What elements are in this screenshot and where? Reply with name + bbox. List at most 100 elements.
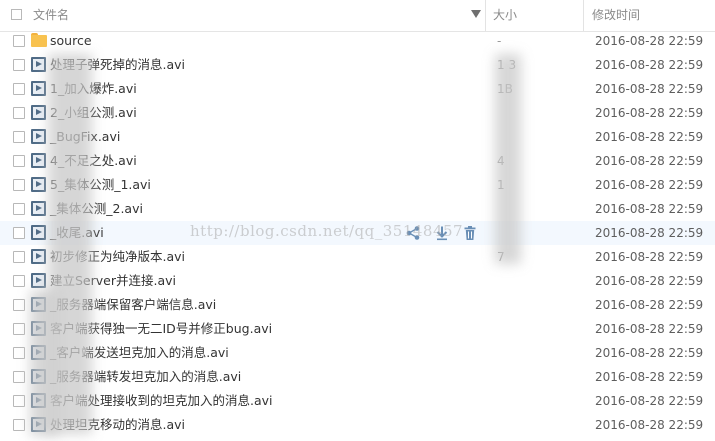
file-modified-date: 2016-08-28 22:59	[595, 154, 704, 168]
share-icon[interactable]	[405, 225, 421, 241]
table-row[interactable]: _服务器端转发坦克加入的消息.avi 2016-08-28 22:59	[0, 365, 715, 389]
video-file-icon	[31, 57, 46, 72]
video-file-icon	[31, 105, 46, 120]
column-header-name-label: 文件名	[33, 8, 70, 22]
download-icon[interactable]	[434, 225, 450, 241]
file-size: 1 3	[497, 58, 517, 72]
row-checkbox[interactable]	[13, 179, 25, 191]
video-file-icon	[31, 177, 46, 192]
file-modified-date: 2016-08-28 22:59	[595, 394, 704, 408]
file-modified-date: 2016-08-28 22:59	[595, 58, 704, 72]
file-name[interactable]: 处理坦克移动的消息.avi	[50, 413, 185, 437]
file-modified-date: 2016-08-28 22:59	[595, 322, 704, 336]
sort-down-icon[interactable]	[471, 10, 481, 18]
file-size: 1	[497, 178, 505, 192]
file-name[interactable]: _集体公测_2.avi	[50, 197, 143, 221]
row-checkbox[interactable]	[13, 227, 25, 239]
file-name[interactable]: _收尾.avi	[50, 221, 104, 245]
row-checkbox[interactable]	[13, 323, 25, 335]
row-checkbox[interactable]	[13, 107, 25, 119]
table-row[interactable]: 1_加入爆炸.avi 1B 2016-08-28 22:59	[0, 77, 715, 101]
file-name[interactable]: source	[50, 29, 92, 53]
table-row[interactable]: 建立Server并连接.avi 2016-08-28 22:59	[0, 269, 715, 293]
row-checkbox[interactable]	[13, 395, 25, 407]
column-header-name[interactable]: 文件名	[0, 0, 486, 31]
row-checkbox[interactable]	[13, 155, 25, 167]
table-row[interactable]: _服务器端保留客户端信息.avi 2016-08-28 22:59	[0, 293, 715, 317]
file-name[interactable]: _服务器端保留客户端信息.avi	[50, 293, 216, 317]
file-size: 1B	[497, 82, 513, 96]
file-modified-date: 2016-08-28 22:59	[595, 298, 704, 312]
file-modified-date: 2016-08-28 22:59	[595, 202, 704, 216]
table-row[interactable]: 初步修正为纯净版本.avi 7 2016-08-28 22:59	[0, 245, 715, 269]
file-modified-date: 2016-08-28 22:59	[595, 346, 704, 360]
table-row[interactable]: 处理子弹死掉的消息.avi 1 3 2016-08-28 22:59	[0, 53, 715, 77]
select-all-checkbox[interactable]	[11, 9, 22, 20]
row-checkbox[interactable]	[13, 59, 25, 71]
table-row[interactable]: source - 2016-08-28 22:59	[0, 29, 715, 53]
folder-icon	[31, 33, 47, 47]
file-name[interactable]: _服务器端转发坦克加入的消息.avi	[50, 365, 241, 389]
video-file-icon	[31, 249, 46, 264]
file-modified-date: 2016-08-28 22:59	[595, 370, 704, 384]
column-header-date[interactable]: 修改时间	[584, 0, 715, 31]
trash-icon[interactable]	[462, 225, 478, 241]
column-header-size[interactable]: 大小	[486, 0, 584, 31]
file-name[interactable]: 初步修正为纯净版本.avi	[50, 245, 185, 269]
video-file-icon	[31, 321, 46, 336]
row-checkbox[interactable]	[13, 251, 25, 263]
row-checkbox[interactable]	[13, 83, 25, 95]
row-checkbox[interactable]	[13, 371, 25, 383]
file-modified-date: 2016-08-28 22:59	[595, 34, 704, 48]
column-header-size-label: 大小	[493, 8, 518, 22]
row-checkbox[interactable]	[13, 419, 25, 431]
table-row[interactable]: 客户端获得独一无二ID号并修正bug.avi 2016-08-28 22:59	[0, 317, 715, 341]
video-file-icon	[31, 273, 46, 288]
file-modified-date: 2016-08-28 22:59	[595, 250, 704, 264]
file-name[interactable]: _客户端发送坦克加入的消息.avi	[50, 341, 229, 365]
row-checkbox[interactable]	[13, 347, 25, 359]
file-modified-date: 2016-08-28 22:59	[595, 130, 704, 144]
table-row[interactable]: _集体公测_2.avi 2016-08-28 22:59	[0, 197, 715, 221]
file-name[interactable]: 1_加入爆炸.avi	[50, 77, 137, 101]
file-size: 4	[497, 154, 505, 168]
video-file-icon	[31, 345, 46, 360]
video-file-icon	[31, 369, 46, 384]
table-row[interactable]: 5_集体公测_1.avi 1 2016-08-28 22:59	[0, 173, 715, 197]
file-name[interactable]: 4_不足之处.avi	[50, 149, 137, 173]
video-file-icon	[31, 393, 46, 408]
video-file-icon	[31, 153, 46, 168]
file-name[interactable]: 客户端处理接收到的坦克加入的消息.avi	[50, 389, 273, 413]
file-name[interactable]: 处理子弹死掉的消息.avi	[50, 53, 185, 77]
video-file-icon	[31, 297, 46, 312]
column-header-date-label: 修改时间	[592, 8, 641, 22]
table-row[interactable]: _客户端发送坦克加入的消息.avi 2016-08-28 22:59	[0, 341, 715, 365]
video-file-icon	[31, 417, 46, 432]
video-file-icon	[31, 129, 46, 144]
table-row[interactable]: 4_不足之处.avi 4 2016-08-28 22:59	[0, 149, 715, 173]
file-modified-date: 2016-08-28 22:59	[595, 106, 704, 120]
file-list-header: 文件名 大小 修改时间	[0, 0, 715, 32]
file-size: 7	[497, 250, 505, 264]
row-checkbox[interactable]	[13, 203, 25, 215]
file-name[interactable]: 5_集体公测_1.avi	[50, 173, 151, 197]
file-name[interactable]: 客户端获得独一无二ID号并修正bug.avi	[50, 317, 272, 341]
table-row[interactable]: _BugFix.avi 2016-08-28 22:59	[0, 125, 715, 149]
file-name[interactable]: _BugFix.avi	[50, 125, 120, 149]
video-file-icon	[31, 81, 46, 96]
file-name[interactable]: 建立Server并连接.avi	[50, 269, 176, 293]
table-row[interactable]: 客户端处理接收到的坦克加入的消息.avi 2016-08-28 22:59	[0, 389, 715, 413]
file-name[interactable]: 2_小组公测.avi	[50, 101, 137, 125]
row-checkbox[interactable]	[13, 131, 25, 143]
file-modified-date: 2016-08-28 22:59	[595, 418, 704, 432]
file-modified-date: 2016-08-28 22:59	[595, 82, 704, 96]
row-checkbox[interactable]	[13, 275, 25, 287]
file-modified-date: 2016-08-28 22:59	[595, 178, 704, 192]
table-row[interactable]: 2_小组公测.avi 2016-08-28 22:59	[0, 101, 715, 125]
row-checkbox[interactable]	[13, 35, 25, 47]
table-row[interactable]: 处理坦克移动的消息.avi 2016-08-28 22:59	[0, 413, 715, 437]
file-size: -	[497, 34, 502, 48]
file-modified-date: 2016-08-28 22:59	[595, 274, 704, 288]
row-checkbox[interactable]	[13, 299, 25, 311]
table-row[interactable]: _收尾.avi 2016-08-28 22:59	[0, 221, 715, 245]
